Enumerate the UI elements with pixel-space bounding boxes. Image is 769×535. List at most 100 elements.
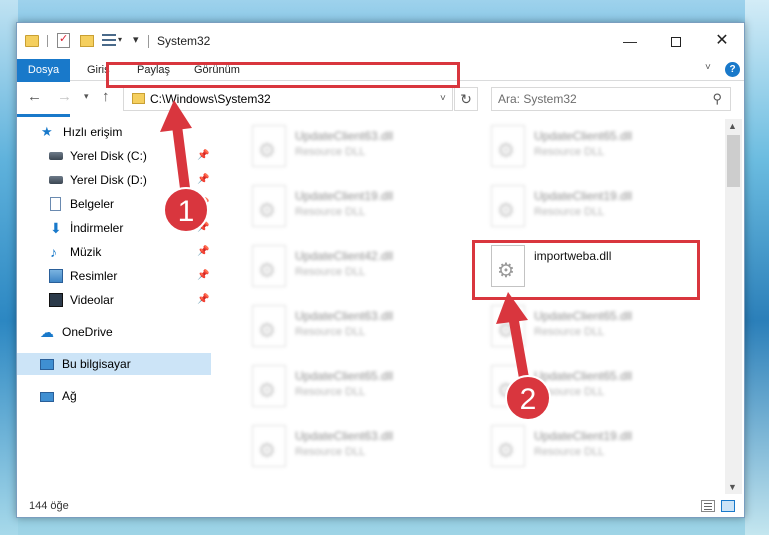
disk-icon xyxy=(49,176,63,184)
file-type: Resource DLL xyxy=(534,326,605,338)
desktop-background-right xyxy=(745,0,769,535)
sidebar-item-label: Hızlı erişim xyxy=(63,125,123,139)
dll-file-icon xyxy=(491,305,525,347)
pin-icon[interactable]: 📌 xyxy=(197,145,209,167)
new-folder-icon[interactable] xyxy=(80,35,94,47)
sidebar-item-label: Resimler xyxy=(70,269,118,283)
disk-icon xyxy=(49,152,63,160)
sidebar-item-label: Ağ xyxy=(62,389,77,403)
sidebar-item-label: Müzik xyxy=(70,245,102,259)
sidebar-item-quick-access[interactable]: ★ Hızlı erişim xyxy=(17,121,211,143)
properties-icon[interactable] xyxy=(57,32,70,48)
address-highlight-box xyxy=(106,62,460,88)
sidebar-item-local-disk-c[interactable]: Yerel Disk (C:) 📌 xyxy=(17,145,211,167)
up-button[interactable]: ↑ xyxy=(102,88,110,105)
dll-file-icon xyxy=(491,125,525,167)
file-name: UpdateClient63.dll xyxy=(295,429,394,443)
scrollbar-thumb[interactable] xyxy=(727,135,740,187)
file-item[interactable]: UpdateClient65.dll Resource DLL xyxy=(476,123,706,181)
minimize-button[interactable]: — xyxy=(607,27,653,55)
pin-icon[interactable]: 📌 xyxy=(197,169,209,191)
details-view-icon[interactable] xyxy=(701,500,715,512)
sidebar-item-downloads[interactable]: ⬇ İndirmeler 📌 xyxy=(17,217,211,239)
sidebar-item-videos[interactable]: Videolar 📌 xyxy=(17,289,211,311)
address-path[interactable]: C:\Windows\System32 xyxy=(150,92,271,106)
dll-file-icon xyxy=(252,365,286,407)
recent-locations-button[interactable]: ▾ xyxy=(84,91,89,102)
download-icon: ⬇ xyxy=(50,220,62,236)
refresh-button[interactable]: ↻ xyxy=(454,87,478,111)
back-button[interactable]: ← xyxy=(27,88,42,105)
music-icon: ♪ xyxy=(50,244,57,260)
file-name: UpdateClient65.dll xyxy=(295,369,394,383)
close-button[interactable]: ✕ xyxy=(699,27,744,55)
file-name: UpdateClient65.dll xyxy=(534,309,633,323)
pin-icon[interactable]: 📌 xyxy=(197,241,209,263)
document-icon xyxy=(50,197,61,211)
dll-file-icon xyxy=(491,425,525,467)
item-count: 144 öğe xyxy=(29,500,69,512)
sidebar-item-local-disk-d[interactable]: Yerel Disk (D:) 📌 xyxy=(17,169,211,191)
customize-toolbar-icon[interactable]: ▾ xyxy=(133,33,139,49)
divider xyxy=(47,35,48,47)
file-type: Resource DLL xyxy=(534,206,605,218)
file-highlight-box xyxy=(472,240,700,300)
search-placeholder[interactable]: Ara: System32 xyxy=(498,92,577,106)
file-name: UpdateClient19.dll xyxy=(534,189,633,203)
sidebar-item-label: İndirmeler xyxy=(70,221,124,235)
sidebar-item-music[interactable]: ♪ Müzik 📌 xyxy=(17,241,211,263)
file-type: Resource DLL xyxy=(295,326,366,338)
file-item[interactable]: UpdateClient42.dll Resource DLL xyxy=(237,243,467,301)
file-item[interactable]: UpdateClient65.dll Resource DLL xyxy=(476,303,706,361)
search-input[interactable]: Ara: System32 ⚲ xyxy=(491,87,731,111)
file-item[interactable]: UpdateClient65.dll Resource DLL xyxy=(237,363,467,421)
sidebar-item-network[interactable]: Ağ xyxy=(17,385,211,407)
quick-access-toolbar-icon[interactable] xyxy=(102,33,116,47)
pictures-icon xyxy=(49,269,63,283)
file-type: Resource DLL xyxy=(295,266,366,278)
large-icons-view-icon[interactable] xyxy=(721,500,735,512)
file-item[interactable]: UpdateClient19.dll Resource DLL xyxy=(237,183,467,241)
file-item[interactable]: UpdateClient63.dll Resource DLL xyxy=(237,123,467,181)
pin-icon[interactable]: 📌 xyxy=(197,265,209,287)
video-icon xyxy=(49,293,63,307)
sidebar-item-pictures[interactable]: Resimler 📌 xyxy=(17,265,211,287)
folder-icon[interactable] xyxy=(25,35,39,47)
chevron-down-icon[interactable]: ˅ xyxy=(440,93,446,104)
file-item[interactable]: UpdateClient63.dll Resource DLL xyxy=(237,303,467,361)
sidebar-item-documents[interactable]: Belgeler 📌 xyxy=(17,193,211,215)
sidebar-item-onedrive[interactable]: ☁ OneDrive xyxy=(17,321,211,343)
scroll-up-icon[interactable]: ▲ xyxy=(728,121,737,131)
folder-icon xyxy=(132,93,145,104)
scroll-down-icon[interactable]: ▼ xyxy=(728,482,737,492)
sidebar-item-this-pc[interactable]: Bu bilgisayar xyxy=(17,353,211,375)
title-bar: ▾ ▾ System32 — ✕ xyxy=(17,23,744,59)
network-icon xyxy=(40,392,54,402)
file-name: UpdateClient19.dll xyxy=(534,429,633,443)
vertical-scrollbar[interactable]: ▲ ▼ xyxy=(725,119,742,494)
file-type: Resource DLL xyxy=(295,206,366,218)
dll-file-icon xyxy=(491,365,525,407)
file-item[interactable]: UpdateClient19.dll Resource DLL xyxy=(476,183,706,241)
window-title: System32 xyxy=(157,34,211,48)
file-item[interactable]: UpdateClient63.dll Resource DLL xyxy=(237,423,467,481)
pin-icon[interactable]: 📌 xyxy=(197,217,209,239)
toolbar-dropdown-icon[interactable]: ▾ xyxy=(118,35,122,51)
file-item[interactable]: UpdateClient65.dll Resource DLL xyxy=(476,363,706,421)
status-bar: 144 öğe xyxy=(17,494,744,517)
file-type: Resource DLL xyxy=(534,386,605,398)
file-type: Resource DLL xyxy=(534,446,605,458)
file-item[interactable]: UpdateClient19.dll Resource DLL xyxy=(476,423,706,481)
file-type: Resource DLL xyxy=(534,146,605,158)
pin-icon[interactable]: 📌 xyxy=(197,193,209,215)
maximize-button[interactable] xyxy=(653,27,699,55)
file-name: UpdateClient65.dll xyxy=(534,129,633,143)
divider xyxy=(148,35,149,48)
pin-icon[interactable]: 📌 xyxy=(197,289,209,311)
file-name: UpdateClient42.dll xyxy=(295,249,394,263)
maximize-icon xyxy=(671,37,681,48)
address-bar[interactable]: C:\Windows\System32 ˅ xyxy=(123,87,453,111)
help-icon[interactable]: ? xyxy=(725,62,740,77)
forward-button[interactable]: → xyxy=(57,88,72,105)
expand-ribbon-icon[interactable]: ˅ xyxy=(705,62,711,73)
